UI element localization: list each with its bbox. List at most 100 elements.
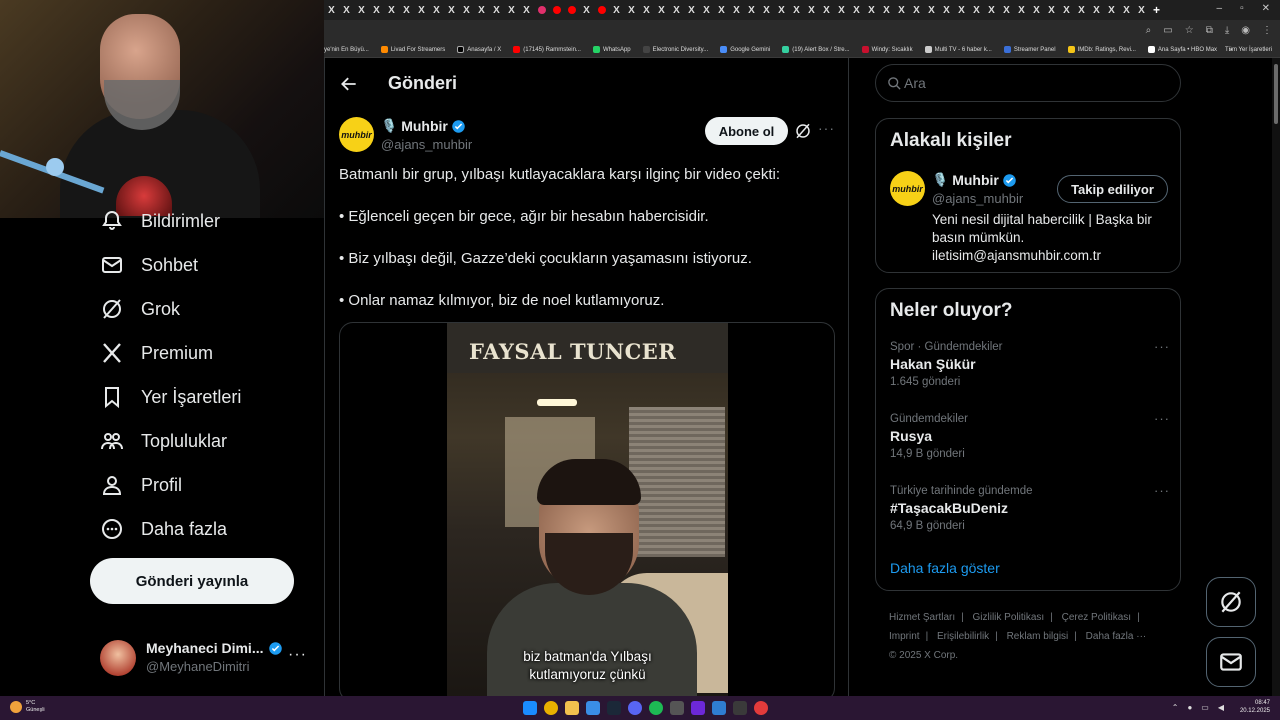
- grok-icon[interactable]: [794, 122, 812, 140]
- menu-icon[interactable]: ⋮: [1262, 25, 1272, 36]
- x-tab-icon[interactable]: X: [834, 5, 849, 16]
- youtube-tab-icon[interactable]: [597, 6, 606, 14]
- bookmark-item[interactable]: Ana Sayfa • HBO Max: [1147, 46, 1217, 53]
- x-tab-icon[interactable]: X: [1074, 5, 1089, 16]
- x-tab-icon[interactable]: X: [894, 5, 909, 16]
- x-tab-icon[interactable]: X: [714, 5, 729, 16]
- chrome-icon[interactable]: [544, 701, 558, 715]
- nav-premium[interactable]: Premium: [100, 338, 213, 368]
- footer-link[interactable]: Çerez Politikası: [1062, 612, 1131, 623]
- nav-grok[interactable]: Grok: [100, 294, 180, 324]
- x-tab-icon[interactable]: X: [864, 5, 879, 16]
- nav-chat[interactable]: Sohbet: [100, 250, 198, 280]
- related-user-name[interactable]: 🎙️ Muhbir: [932, 172, 1017, 188]
- x-tab-icon[interactable]: X: [999, 5, 1014, 16]
- x-tab-icon[interactable]: X: [654, 5, 669, 16]
- x-tab-icon[interactable]: X: [579, 5, 594, 16]
- x-tab-icon[interactable]: X: [1014, 5, 1029, 16]
- x-tab-icon[interactable]: X: [384, 5, 399, 16]
- video-player[interactable]: FAYSAL TUNCER biz batman'da Yılbaşı kutl…: [447, 323, 728, 696]
- bookmark-item[interactable]: (17145) Rammstein...: [513, 46, 581, 53]
- x-tab-icon[interactable]: X: [759, 5, 774, 16]
- steam-icon[interactable]: [607, 701, 621, 715]
- bookmark-item[interactable]: IMDb: Ratings, Revi...: [1067, 46, 1136, 53]
- tray-chevron-icon[interactable]: ⌃: [1172, 703, 1179, 712]
- clock[interactable]: 08:47 20.12.2025: [1240, 699, 1270, 715]
- nav-notifications[interactable]: Bildirimler: [100, 206, 220, 236]
- footer-link[interactable]: Imprint: [889, 631, 920, 642]
- volume-icon[interactable]: ◀: [1218, 703, 1224, 712]
- search-box[interactable]: [875, 64, 1181, 102]
- bookmark-item[interactable]: ye'nin En Büyü...: [324, 47, 369, 53]
- footer-link[interactable]: Gizlilik Politikası: [973, 612, 1045, 623]
- grok-fab-button[interactable]: [1206, 577, 1256, 627]
- footer-link[interactable]: Daha fazla ···: [1086, 631, 1147, 642]
- download-icon[interactable]: ⤓: [1225, 25, 1229, 36]
- app-icon[interactable]: [691, 701, 705, 715]
- x-tab-icon[interactable]: X: [804, 5, 819, 16]
- bookmark-item[interactable]: Multi TV - 6 haber k...: [924, 46, 992, 53]
- x-tab-icon[interactable]: X: [414, 5, 429, 16]
- profile-icon[interactable]: ◉: [1241, 25, 1250, 36]
- x-tab-icon[interactable]: X: [729, 5, 744, 16]
- x-tab-icon[interactable]: X: [789, 5, 804, 16]
- footer-link[interactable]: Reklam bilgisi: [1007, 631, 1069, 642]
- x-tab-icon[interactable]: X: [609, 5, 624, 16]
- x-tab-icon[interactable]: X: [354, 5, 369, 16]
- x-tab-icon[interactable]: X: [324, 5, 339, 16]
- network-icon[interactable]: ▭: [1201, 703, 1209, 712]
- x-tab-icon[interactable]: X: [1059, 5, 1074, 16]
- more-icon[interactable]: ···: [288, 646, 307, 664]
- star-icon[interactable]: ☆: [1185, 25, 1194, 36]
- windows-start-icon[interactable]: [523, 701, 537, 715]
- author-handle[interactable]: @ajans_muhbir: [381, 137, 472, 152]
- account-switcher[interactable]: Meyhaneci Dimi... @MeyhaneDimitri ···: [100, 636, 310, 680]
- x-tab-icon[interactable]: X: [624, 5, 639, 16]
- trend-item[interactable]: Türkiye tarihinde gündemde #TaşacakBuDen…: [890, 483, 1170, 545]
- x-tab-icon[interactable]: X: [939, 5, 954, 16]
- file-explorer-icon[interactable]: [565, 701, 579, 715]
- x-tab-icon[interactable]: X: [519, 5, 534, 16]
- messages-fab-button[interactable]: [1206, 637, 1256, 687]
- x-tab-icon[interactable]: X: [924, 5, 939, 16]
- author-name[interactable]: 🎙️ Muhbir: [381, 118, 466, 134]
- maximize-icon[interactable]: ▫: [1240, 3, 1244, 14]
- calculator-icon[interactable]: [670, 701, 684, 715]
- new-tab-icon[interactable]: +: [1149, 3, 1164, 17]
- bookmark-item[interactable]: (19) Alert Box / Stre...: [782, 46, 850, 53]
- subscribe-button[interactable]: Abone ol: [705, 117, 788, 145]
- bookmark-item[interactable]: Windy: Sıcaklık: [861, 46, 913, 53]
- x-tab-icon[interactable]: X: [684, 5, 699, 16]
- bookmark-item[interactable]: Streamer Panel: [1003, 46, 1056, 53]
- youtube-tab-icon[interactable]: [567, 6, 576, 14]
- bookmark-item[interactable]: Electronic Diversity...: [642, 46, 708, 53]
- nav-profile[interactable]: Profil: [100, 470, 182, 500]
- x-tab-icon[interactable]: X: [459, 5, 474, 16]
- youtube-tab-icon[interactable]: [552, 6, 561, 14]
- bookmark-item[interactable]: Google Gemini: [720, 46, 770, 53]
- related-user-handle[interactable]: @ajans_muhbir: [932, 191, 1023, 206]
- trend-item[interactable]: Gündemdekiler Rusya 14,9 B gönderi ···: [890, 411, 1170, 473]
- x-tab-icon[interactable]: X: [984, 5, 999, 16]
- close-window-icon[interactable]: ✕: [1262, 3, 1270, 14]
- page-scrollbar[interactable]: [1272, 58, 1280, 696]
- discord-icon[interactable]: [628, 701, 642, 715]
- x-tab-icon[interactable]: X: [1029, 5, 1044, 16]
- nav-communities[interactable]: Topluluklar: [100, 426, 227, 456]
- back-arrow-icon[interactable]: [339, 74, 359, 94]
- x-tab-icon[interactable]: X: [744, 5, 759, 16]
- more-icon[interactable]: ···: [1154, 339, 1170, 354]
- all-bookmarks[interactable]: Tüm Yer İşaretleri: [1225, 47, 1272, 53]
- x-tab-icon[interactable]: X: [504, 5, 519, 16]
- x-tab-icon[interactable]: X: [879, 5, 894, 16]
- x-tab-icon[interactable]: X: [669, 5, 684, 16]
- show-more-link[interactable]: Daha fazla göster: [890, 560, 1000, 576]
- x-tab-icon[interactable]: X: [489, 5, 504, 16]
- x-tab-icon[interactable]: X: [909, 5, 924, 16]
- x-tab-icon[interactable]: X: [1119, 5, 1134, 16]
- x-tab-icon[interactable]: X: [369, 5, 384, 16]
- x-tab-icon[interactable]: X: [474, 5, 489, 16]
- x-tab-icon[interactable]: X: [429, 5, 444, 16]
- store-icon[interactable]: [586, 701, 600, 715]
- bookmark-item[interactable]: WhatsApp: [592, 46, 631, 53]
